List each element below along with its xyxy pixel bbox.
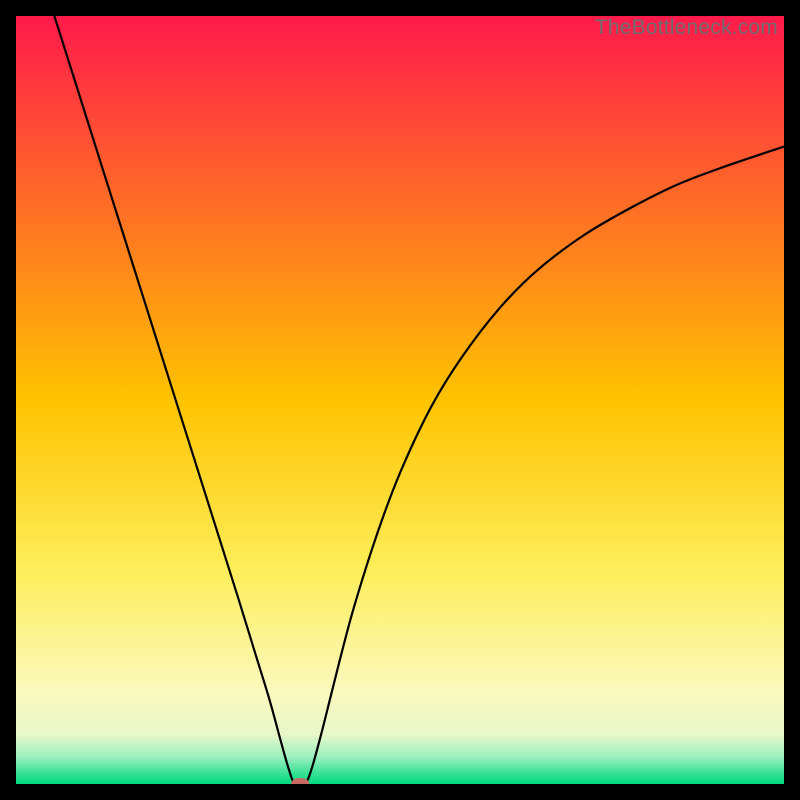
bottleneck-chart <box>16 16 784 784</box>
plot-frame: TheBottleneck.com <box>16 16 784 784</box>
gradient-background <box>16 16 784 784</box>
watermark-text: TheBottleneck.com <box>595 16 778 40</box>
